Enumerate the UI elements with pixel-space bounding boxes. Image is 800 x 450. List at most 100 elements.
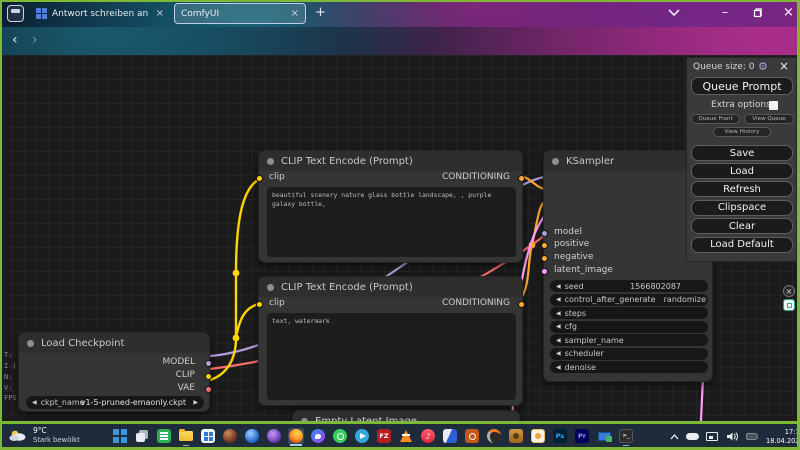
next-icon[interactable]: ▶ xyxy=(193,399,198,406)
input-slot-positive[interactable] xyxy=(541,242,548,249)
collapse-dot-icon[interactable] xyxy=(27,340,34,347)
prev-icon[interactable]: ◀ xyxy=(32,399,37,406)
tab-close-icon[interactable]: × xyxy=(150,8,164,19)
node-clip-text-encode-negative[interactable]: CLIP Text Encode (Prompt) clip CONDITION… xyxy=(258,276,523,406)
purple-swirl-app-icon[interactable] xyxy=(266,428,282,444)
refresh-button[interactable]: Refresh xyxy=(691,181,793,197)
decrement-icon[interactable]: ◀ xyxy=(556,310,561,317)
widget-sampler-name[interactable]: ◀sampler_name xyxy=(550,334,708,346)
input-slot-latent-image[interactable] xyxy=(541,268,548,275)
game-app-icon[interactable] xyxy=(222,428,238,444)
output-slot-conditioning[interactable] xyxy=(518,175,525,182)
tab-comfyui[interactable]: ComfyUI × xyxy=(174,3,306,24)
forward-icon[interactable]: › xyxy=(32,32,38,48)
volume-icon[interactable] xyxy=(724,429,740,445)
gauge-app-icon[interactable] xyxy=(464,428,480,444)
maximize-button[interactable] xyxy=(752,8,762,18)
tab-foto-ki[interactable]: Antwort schreiben an Foto KI | Po × xyxy=(30,3,170,24)
ring-app-icon[interactable] xyxy=(486,428,502,444)
widget-ckpt-name[interactable]: ◀ ckpt_name v1-5-pruned-emaonly.ckpt ▶ xyxy=(26,396,204,409)
close-button[interactable]: × xyxy=(783,5,794,20)
flag-app-icon[interactable] xyxy=(442,428,458,444)
new-tab-button[interactable]: + xyxy=(315,5,326,20)
screenshare-app-icon[interactable] xyxy=(783,299,795,311)
node-title-bar[interactable]: CLIP Text Encode (Prompt) xyxy=(259,151,522,171)
firefox-view-icon[interactable] xyxy=(7,5,24,22)
input-slot-clip[interactable] xyxy=(256,301,263,308)
queue-front-button[interactable]: Queue Front xyxy=(691,114,740,124)
output-slot-clip[interactable] xyxy=(205,373,212,380)
music-app-icon[interactable]: ♪ xyxy=(420,428,436,444)
output-slot-vae[interactable] xyxy=(205,386,212,393)
gold-app-icon[interactable] xyxy=(508,428,524,444)
view-queue-button[interactable]: View Queue xyxy=(744,114,794,124)
widget-steps[interactable]: ◀steps xyxy=(550,307,708,319)
onedrive-cloud-icon[interactable] xyxy=(684,429,700,445)
file-explorer-icon[interactable] xyxy=(178,428,194,444)
vlc-icon[interactable] xyxy=(398,428,414,444)
clipspace-button[interactable]: Clipspace xyxy=(691,200,793,216)
remote-desktop-icon[interactable] xyxy=(596,428,612,444)
decrement-icon[interactable]: ◀ xyxy=(556,364,561,371)
output-slot-conditioning[interactable] xyxy=(518,301,525,308)
clear-button[interactable]: Clear xyxy=(691,218,793,234)
premiere-icon[interactable]: Pr xyxy=(574,428,590,444)
battery-app-icon[interactable] xyxy=(744,429,760,445)
save-button[interactable]: Save xyxy=(691,145,793,161)
input-slot-negative[interactable] xyxy=(541,255,548,262)
filezilla-icon[interactable]: FZ xyxy=(376,428,392,444)
whatsapp-icon[interactable] xyxy=(332,428,348,444)
view-history-button[interactable]: View History xyxy=(713,127,771,137)
widget-scheduler[interactable]: ◀scheduler xyxy=(550,348,708,360)
tray-expand-chevron-icon[interactable] xyxy=(668,429,680,445)
queue-prompt-button[interactable]: Queue Prompt xyxy=(691,77,793,95)
notes-app-icon[interactable] xyxy=(156,428,172,444)
widget-denoise[interactable]: ◀denoise xyxy=(550,361,708,373)
extra-options-checkbox[interactable] xyxy=(769,101,778,110)
decrement-icon[interactable]: ◀ xyxy=(556,323,561,330)
photoshop-icon[interactable]: Ps xyxy=(552,428,568,444)
decrement-icon[interactable]: ◀ xyxy=(556,296,561,303)
decrement-icon[interactable]: ◀ xyxy=(556,337,561,344)
settings-gear-icon[interactable]: ⚙ xyxy=(758,60,768,73)
screenshare-close-icon[interactable]: × xyxy=(783,285,795,297)
ms-store-icon[interactable] xyxy=(200,428,216,444)
close-menu-icon[interactable]: × xyxy=(779,59,789,73)
back-icon[interactable]: ‹ xyxy=(12,32,18,48)
decrement-icon[interactable]: ◀ xyxy=(556,283,561,290)
output-slot-model[interactable] xyxy=(205,360,212,367)
blue-sphere-app-icon[interactable] xyxy=(244,428,260,444)
widget-cfg[interactable]: ◀cfg xyxy=(550,321,708,333)
widget-seed[interactable]: ◀seed 1566802087 xyxy=(550,280,708,292)
prompt-textarea[interactable]: beautiful scenery nature glass bottle la… xyxy=(267,187,516,257)
tab-list-chevron-icon[interactable] xyxy=(668,9,680,17)
collapse-dot-icon[interactable] xyxy=(552,158,559,165)
start-button-icon[interactable] xyxy=(112,428,128,444)
load-default-button[interactable]: Load Default xyxy=(691,237,793,253)
node-load-checkpoint[interactable]: Load Checkpoint MODEL CLIP VAE ◀ ckpt_na… xyxy=(18,332,210,412)
node-title-bar[interactable]: CLIP Text Encode (Prompt) xyxy=(259,277,522,297)
tray-clock[interactable]: 17:12 18.04.2024 xyxy=(766,428,800,446)
comfyui-canvas[interactable]: T: I ( N: V: FPS:58.82 CLIP Text Encode … xyxy=(0,55,800,422)
tab-close-icon[interactable]: × xyxy=(285,8,299,19)
minimize-button[interactable]: – xyxy=(722,5,728,19)
firefox-icon[interactable] xyxy=(288,428,304,444)
input-slot-model[interactable] xyxy=(541,230,548,237)
weather-widget[interactable]: 9°C Stark bewölkt xyxy=(8,426,80,444)
telegram-icon[interactable] xyxy=(354,428,370,444)
collapse-dot-icon[interactable] xyxy=(267,284,274,291)
node-clip-text-encode-positive[interactable]: CLIP Text Encode (Prompt) clip CONDITION… xyxy=(258,150,523,263)
messenger-icon[interactable] xyxy=(310,428,326,444)
collapse-dot-icon[interactable] xyxy=(267,158,274,165)
task-view-icon[interactable] xyxy=(134,428,150,444)
node-title-bar[interactable]: Load Checkpoint xyxy=(19,333,209,353)
widget-label: ckpt_name xyxy=(41,398,85,407)
display-cast-icon[interactable] xyxy=(704,429,720,445)
terminal-icon[interactable]: >_ xyxy=(618,428,634,444)
decrement-icon[interactable]: ◀ xyxy=(556,350,561,357)
prompt-textarea[interactable]: text, watermark xyxy=(267,313,516,400)
widget-control-after-generate[interactable]: ◀control_after_generate randomize xyxy=(550,294,708,306)
photos-app-icon[interactable] xyxy=(530,428,546,444)
load-button[interactable]: Load xyxy=(691,163,793,179)
input-slot-clip[interactable] xyxy=(256,175,263,182)
